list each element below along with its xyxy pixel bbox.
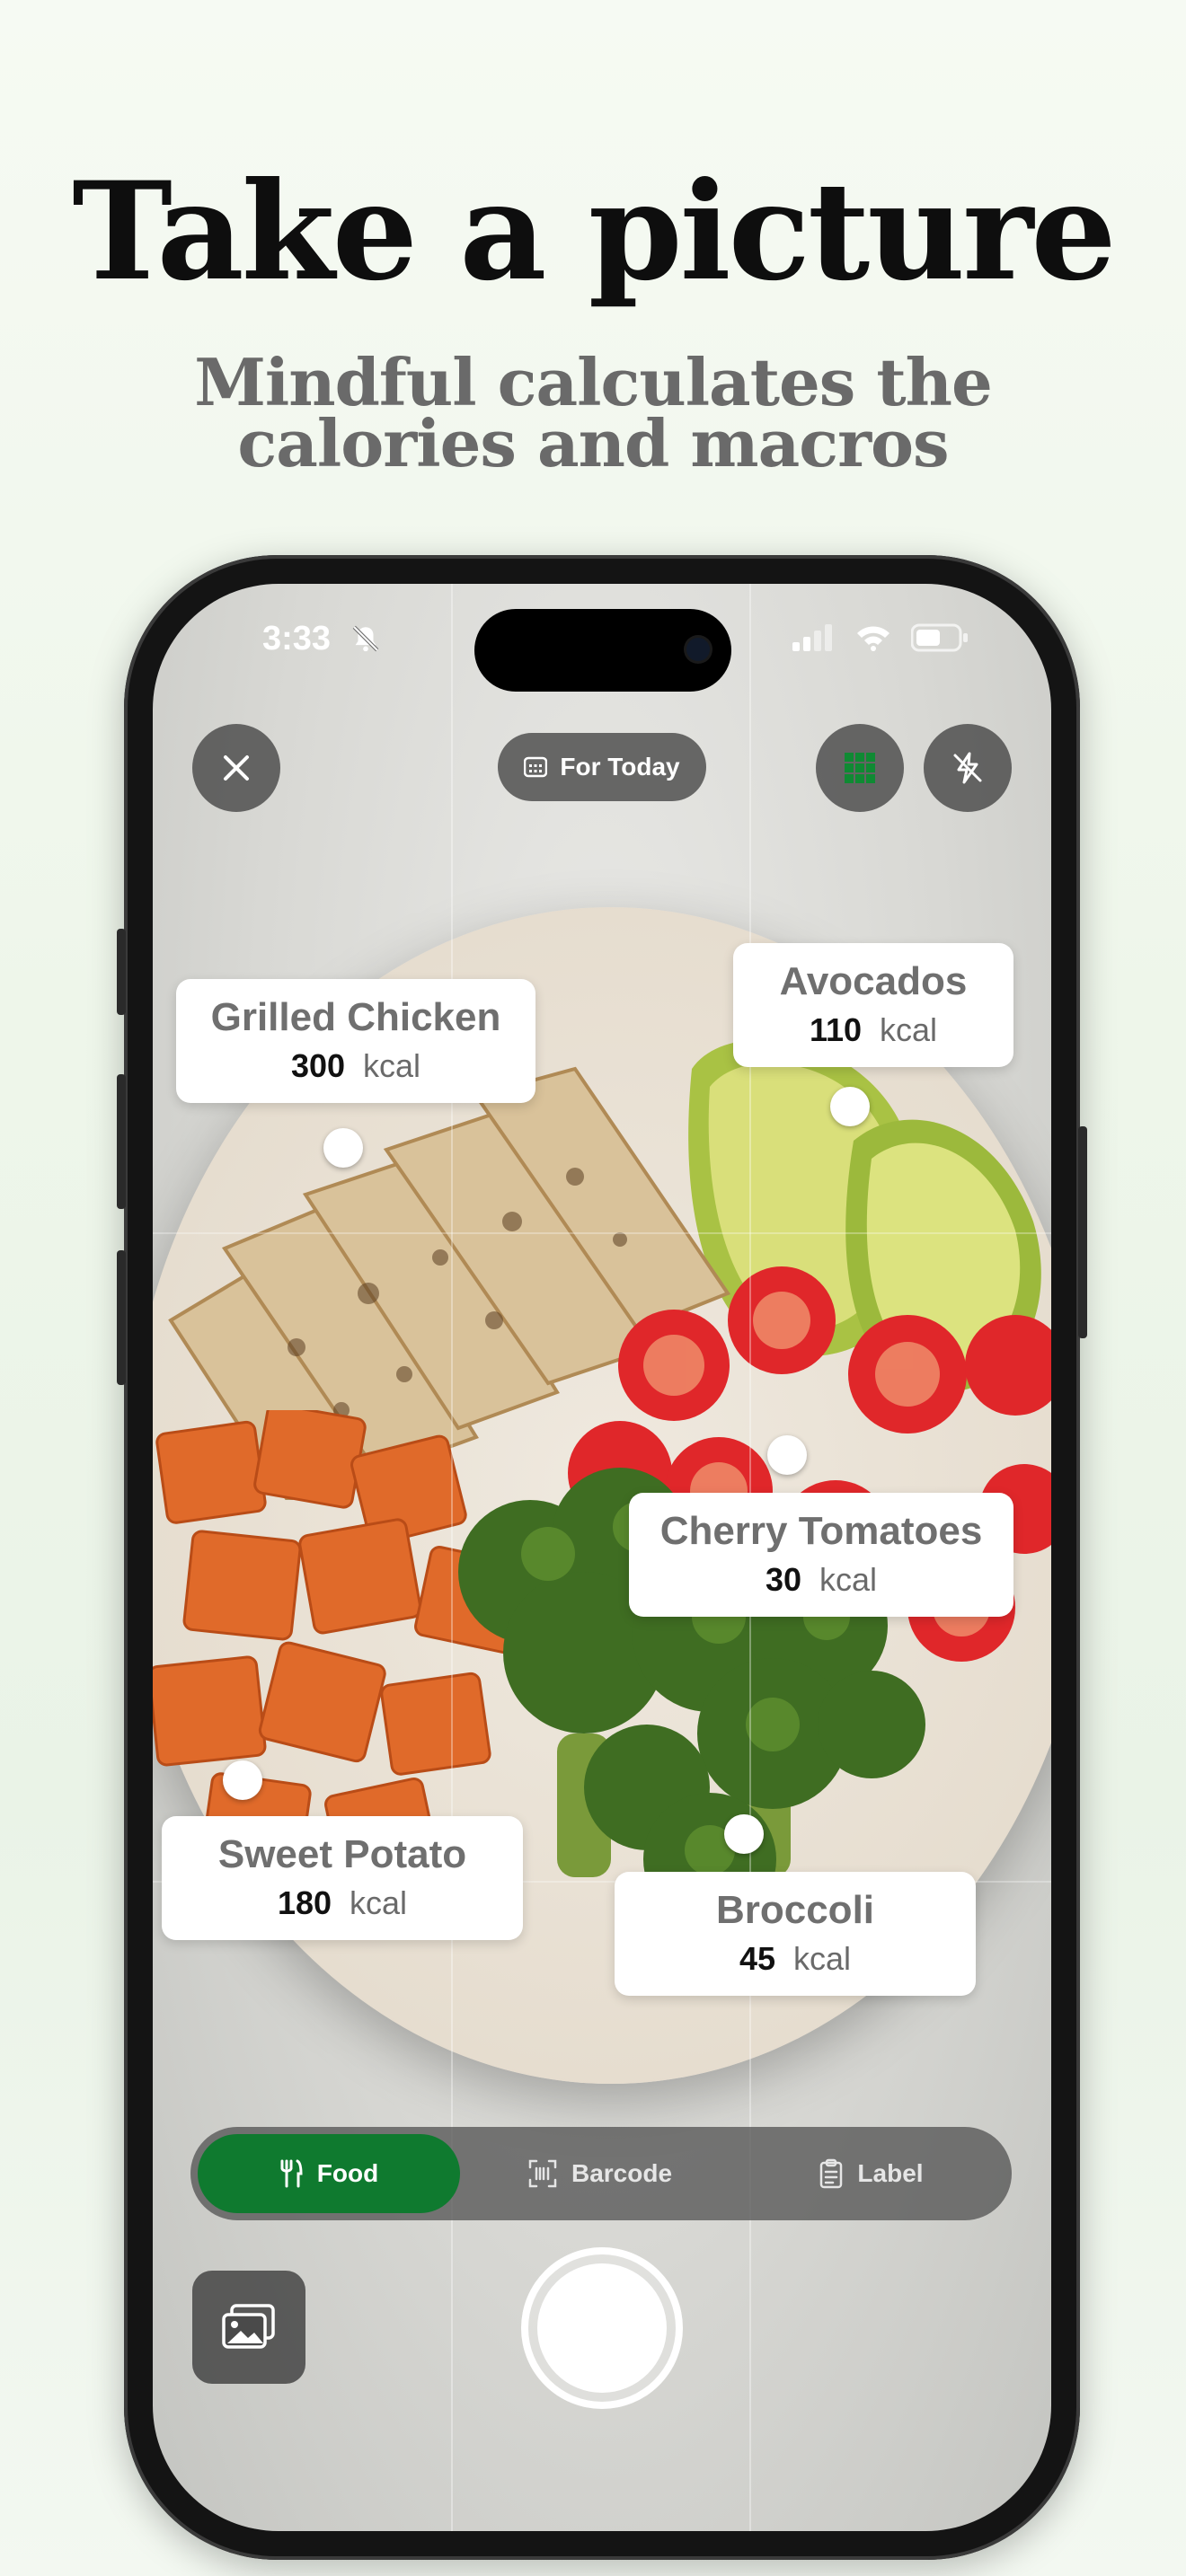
food-marker-dot[interactable] — [767, 1435, 807, 1475]
date-selector-label: For Today — [560, 753, 680, 781]
food-tag-kcal: 110 kcal — [733, 1011, 1013, 1049]
wifi-icon — [857, 626, 890, 651]
front-camera — [686, 638, 710, 661]
subheadline: Mindful calculates the calories and macr… — [0, 344, 1186, 481]
subheadline-line1: Mindful calculates the — [194, 344, 993, 420]
food-marker-dot[interactable] — [323, 1128, 363, 1168]
kcal-unit: kcal — [363, 1047, 421, 1084]
kcal-value: 45 — [739, 1940, 775, 1977]
food-tag-cherry-tomatoes[interactable]: Cherry Tomatoes 30 kcal — [629, 1493, 1013, 1617]
volume-up-button — [117, 1074, 126, 1209]
mode-barcode-tab[interactable]: Barcode — [469, 2134, 731, 2213]
power-button — [1078, 1126, 1087, 1338]
flash-toggle-button[interactable] — [924, 724, 1012, 812]
grid-line — [451, 584, 453, 2531]
food-tag-grilled-chicken[interactable]: Grilled Chicken 300 kcal — [176, 979, 535, 1103]
shutter-button[interactable] — [521, 2247, 683, 2409]
food-tag-name: Grilled Chicken — [210, 995, 501, 1039]
food-marker-dot[interactable] — [830, 1087, 870, 1126]
photo-library-button[interactable] — [192, 2271, 305, 2384]
clipboard-icon — [820, 2158, 843, 2189]
food-marker-dot[interactable] — [223, 1760, 262, 1800]
dynamic-island — [474, 609, 731, 692]
food-tag-sweet-potato[interactable]: Sweet Potato 180 kcal — [162, 1816, 523, 1940]
grid-toggle-button[interactable] — [816, 724, 904, 812]
kcal-unit: kcal — [819, 1561, 878, 1598]
photo-gallery-icon — [222, 2304, 275, 2349]
shutter-inner — [537, 2263, 667, 2393]
kcal-value: 300 — [290, 1047, 346, 1084]
calendar-icon — [524, 756, 548, 778]
camera-screen: 3:33 For Today Grilled Chicken 300 kcal … — [153, 584, 1051, 2531]
kcal-unit: kcal — [880, 1011, 938, 1048]
food-tag-name: Sweet Potato — [217, 1832, 467, 1876]
bell-slash-icon — [352, 625, 379, 652]
grid-line — [153, 1232, 1051, 1234]
food-tag-kcal: 300 kcal — [176, 1047, 535, 1085]
volume-down-button — [117, 1250, 126, 1385]
food-tag-name: Broccoli — [715, 1888, 875, 1932]
mode-barcode-label: Barcode — [571, 2159, 673, 2187]
kcal-unit: kcal — [793, 1940, 852, 1977]
food-tag-kcal: 30 kcal — [629, 1561, 1013, 1599]
scan-mode-bar: Food Barcode Label — [190, 2127, 1012, 2220]
date-selector-button[interactable]: For Today — [498, 733, 706, 801]
battery-icon — [911, 623, 968, 652]
food-tag-kcal: 180 kcal — [162, 1884, 523, 1922]
mode-food-label: Food — [316, 2159, 379, 2187]
fork-knife-icon — [280, 2159, 303, 2188]
grid-icon — [845, 753, 875, 783]
action-button — [117, 929, 126, 1015]
kcal-value: 110 — [809, 1011, 863, 1048]
headline: Take a picture — [72, 153, 1116, 311]
food-tag-name: Cherry Tomatoes — [659, 1509, 983, 1553]
food-tag-kcal: 45 kcal — [615, 1940, 976, 1978]
kcal-value: 180 — [277, 1884, 332, 1921]
mode-label-label: Label — [857, 2159, 924, 2187]
cellular-signal-icon — [792, 624, 832, 651]
mode-label-tab[interactable]: Label — [740, 2134, 1003, 2213]
food-tag-broccoli[interactable]: Broccoli 45 kcal — [615, 1872, 976, 1996]
barcode-scan-icon — [528, 2159, 557, 2188]
subheadline-line2: calories and macros — [237, 405, 949, 481]
status-indicators — [792, 623, 969, 652]
food-tag-avocados[interactable]: Avocados 110 kcal — [733, 943, 1013, 1067]
kcal-value: 30 — [765, 1561, 801, 1598]
flash-off-icon — [953, 752, 982, 784]
status-time: 3:33 — [262, 620, 332, 657]
food-marker-dot[interactable] — [724, 1814, 764, 1854]
kcal-unit: kcal — [350, 1884, 408, 1921]
mode-food-tab[interactable]: Food — [198, 2134, 460, 2213]
close-icon — [224, 755, 249, 781]
food-tag-name: Avocados — [779, 959, 968, 1003]
close-button[interactable] — [192, 724, 280, 812]
